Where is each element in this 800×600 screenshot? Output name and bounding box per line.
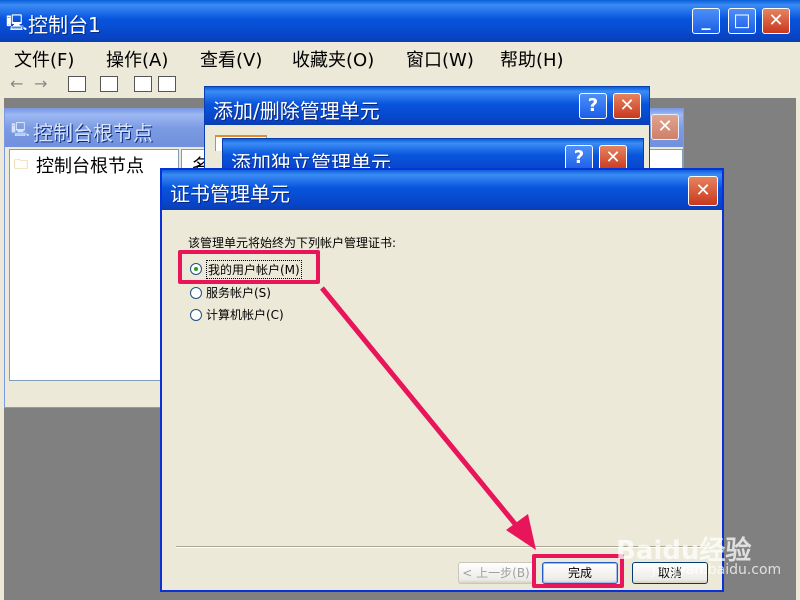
watermark-url: jingyan.baidu.com bbox=[652, 562, 782, 578]
annotation-arrow bbox=[320, 286, 536, 550]
